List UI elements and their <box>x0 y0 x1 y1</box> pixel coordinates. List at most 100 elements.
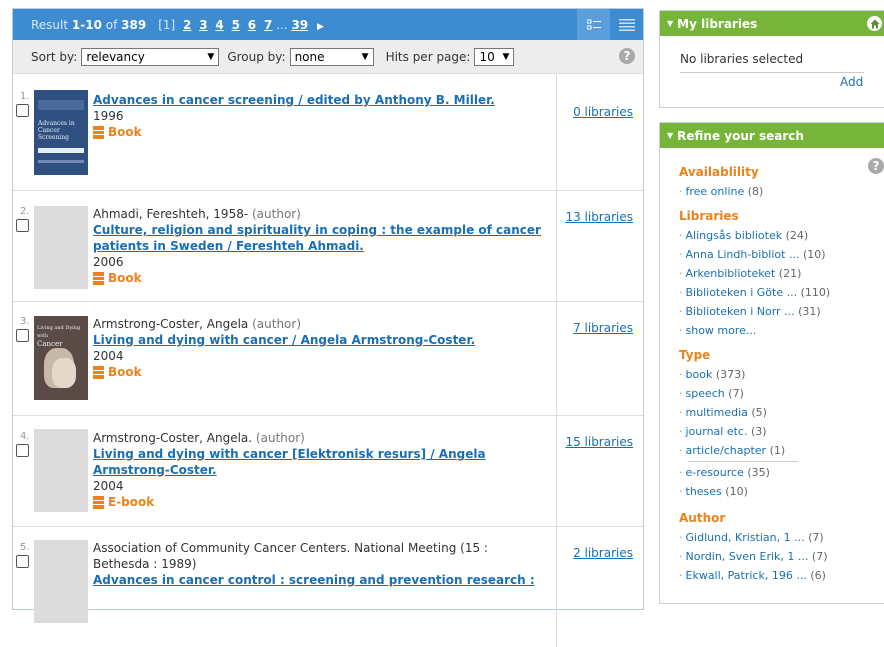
result-author: Armstrong-Coster, Angela (author) <box>93 317 302 331</box>
my-libraries-title: My libraries <box>677 16 758 31</box>
result-row: 1. Advances in Cancer Screening Advances … <box>13 75 643 191</box>
facet-item[interactable]: · book (373) <box>679 365 884 384</box>
next-page-arrow-icon[interactable]: ▶ <box>317 22 324 32</box>
libraries-link[interactable]: 2 libraries <box>573 546 633 560</box>
book-cover-image[interactable]: Advances in Cancer Screening <box>34 90 88 175</box>
hits-select[interactable]: 10 ▼ <box>474 47 515 66</box>
result-year: 2006 <box>93 255 124 269</box>
page-link-last[interactable]: 39 <box>291 18 308 32</box>
refine-search-box: ▼ Refine your search ? Availablility · fr… <box>659 122 884 604</box>
result-year: 2004 <box>93 479 124 493</box>
result-row: 4. Armstrong-Coster, Angela. (author) Li… <box>13 416 643 527</box>
book-cover-image[interactable]: Living and Dying with Cancer <box>34 316 88 400</box>
result-title-link[interactable]: Living and dying with cancer [Elektronis… <box>93 446 493 478</box>
ebook-icon <box>93 495 104 509</box>
refine-header[interactable]: ▼ Refine your search <box>660 123 884 148</box>
list-view-icon[interactable] <box>610 9 643 40</box>
facet-item[interactable]: · free online (8) <box>679 182 884 201</box>
libraries-link[interactable]: 15 libraries <box>565 435 633 449</box>
sort-select[interactable]: relevancy ▼ <box>81 47 220 66</box>
facet-item[interactable]: · article/chapter (1) <box>679 441 884 460</box>
facet-item[interactable]: · Biblioteken i Göte ... (110) <box>679 283 884 302</box>
result-row: 3. Living and Dying with Cancer Armstrong… <box>13 302 643 416</box>
result-number: 2. <box>20 206 30 217</box>
result-checkbox[interactable] <box>16 329 29 342</box>
refine-title: Refine your search <box>677 128 804 143</box>
facet-item[interactable]: · e-resource (35) <box>679 463 884 482</box>
cover-placeholder <box>34 540 88 623</box>
libraries-cell: 2 libraries <box>556 527 643 647</box>
hits-value: 10 <box>479 49 495 64</box>
current-page: [1] <box>158 17 176 32</box>
results-panel: Result 1-10 of 389 [1] 2 3 4 5 6 7 ... 3… <box>12 8 644 647</box>
my-libraries-box: ▼ My libraries No libraries selected Add <box>659 10 884 108</box>
results-header: Result 1-10 of 389 [1] 2 3 4 5 6 7 ... 3… <box>13 9 643 40</box>
chevron-down-icon: ▼ <box>207 51 215 62</box>
show-more-link[interactable]: · show more... <box>679 321 884 340</box>
cover-placeholder <box>34 206 88 289</box>
result-number: 3. <box>20 316 30 327</box>
view-toggles <box>577 9 643 40</box>
page-link-2[interactable]: 2 <box>183 18 191 32</box>
add-library-link[interactable]: Add <box>840 75 863 89</box>
facet-item[interactable]: · journal etc. (3) <box>679 422 884 441</box>
result-number: 5. <box>20 542 30 553</box>
facet-item[interactable]: · speech (7) <box>679 384 884 403</box>
result-title-link[interactable]: Advances in cancer control : screening a… <box>93 572 543 588</box>
no-libraries-text: No libraries selected <box>680 52 804 66</box>
result-count: Result 1-10 of 389 <box>31 17 147 32</box>
facet-author: Author · Gidlund, Kristian, 1 ... (7) · No… <box>660 511 884 585</box>
result-author: Ahmadi, Fereshteh, 1958- (author) <box>93 207 301 221</box>
facet-item[interactable]: · Anna Lindh-bibliot ... (10) <box>679 245 884 264</box>
facet-item[interactable]: · theses (10) <box>679 482 884 501</box>
libraries-link[interactable]: 7 libraries <box>573 321 633 335</box>
cover-title-text: Living and Dying with Cancer <box>37 325 81 348</box>
libraries-cell: 7 libraries <box>556 302 643 415</box>
page-link-6[interactable]: 6 <box>248 18 256 32</box>
facet-availability: Availablility · free online (8) <box>660 165 884 201</box>
help-icon[interactable]: ? <box>868 158 884 174</box>
facet-title: Libraries <box>679 209 739 223</box>
facet-title: Author <box>679 511 726 525</box>
facet-item[interactable]: · Alingsås bibliotek (24) <box>679 226 884 245</box>
page-link-7[interactable]: 7 <box>264 18 272 32</box>
page-ellipsis: ... <box>276 17 288 32</box>
my-libraries-header[interactable]: ▼ My libraries <box>660 11 884 36</box>
chevron-down-icon: ▼ <box>361 51 369 62</box>
group-select[interactable]: none ▼ <box>289 47 374 66</box>
home-icon[interactable] <box>867 16 882 31</box>
facet-title: Availablility <box>679 165 759 179</box>
result-author: Armstrong-Coster, Angela. (author) <box>93 431 305 445</box>
facet-item[interactable]: · Gidlund, Kristian, 1 ... (7) <box>679 528 884 547</box>
page-link-4[interactable]: 4 <box>215 18 223 32</box>
page-link-5[interactable]: 5 <box>232 18 240 32</box>
sort-value: relevancy <box>86 49 145 64</box>
page-link-3[interactable]: 3 <box>199 18 207 32</box>
cover-placeholder <box>34 429 88 512</box>
libraries-link[interactable]: 0 libraries <box>573 105 633 119</box>
result-title-link[interactable]: Culture, religion and spirituality in co… <box>93 222 543 254</box>
hits-label: Hits per page: <box>385 49 471 64</box>
compact-view-icon[interactable] <box>577 9 610 40</box>
help-icon[interactable]: ? <box>619 48 635 64</box>
libraries-link[interactable]: 13 libraries <box>565 210 633 224</box>
result-title-link[interactable]: Living and dying with cancer / Angela Ar… <box>93 332 543 348</box>
result-checkbox[interactable] <box>16 219 29 232</box>
result-info: Advances in cancer screening / edited by… <box>93 92 543 140</box>
result-info: Armstrong-Coster, Angela. (author) Livin… <box>93 430 543 510</box>
facet-item[interactable]: · multimedia (5) <box>679 403 884 422</box>
format-badge: Book <box>93 270 543 286</box>
result-checkbox[interactable] <box>16 444 29 457</box>
facet-divider <box>688 461 798 462</box>
result-checkbox[interactable] <box>16 555 29 568</box>
facet-item[interactable]: · Ekwall, Patrick, 196 ... (6) <box>679 566 884 585</box>
result-number: 4. <box>20 431 30 442</box>
result-row: 2. Ahmadi, Fereshteh, 1958- (author) Cul… <box>13 191 643 302</box>
pagination: [1] 2 3 4 5 6 7 ... 39 ▶ <box>158 18 324 32</box>
result-checkbox[interactable] <box>16 104 29 117</box>
facet-item[interactable]: · Nordin, Sven Erik, 1 ... (7) <box>679 547 884 566</box>
result-row: 5. Association of Community Cancer Cente… <box>13 527 643 647</box>
facet-item[interactable]: · Arkenbiblioteket (21) <box>679 264 884 283</box>
facet-item[interactable]: · Biblioteken i Norr ... (31) <box>679 302 884 321</box>
result-title-link[interactable]: Advances in cancer screening / edited by… <box>93 92 543 108</box>
